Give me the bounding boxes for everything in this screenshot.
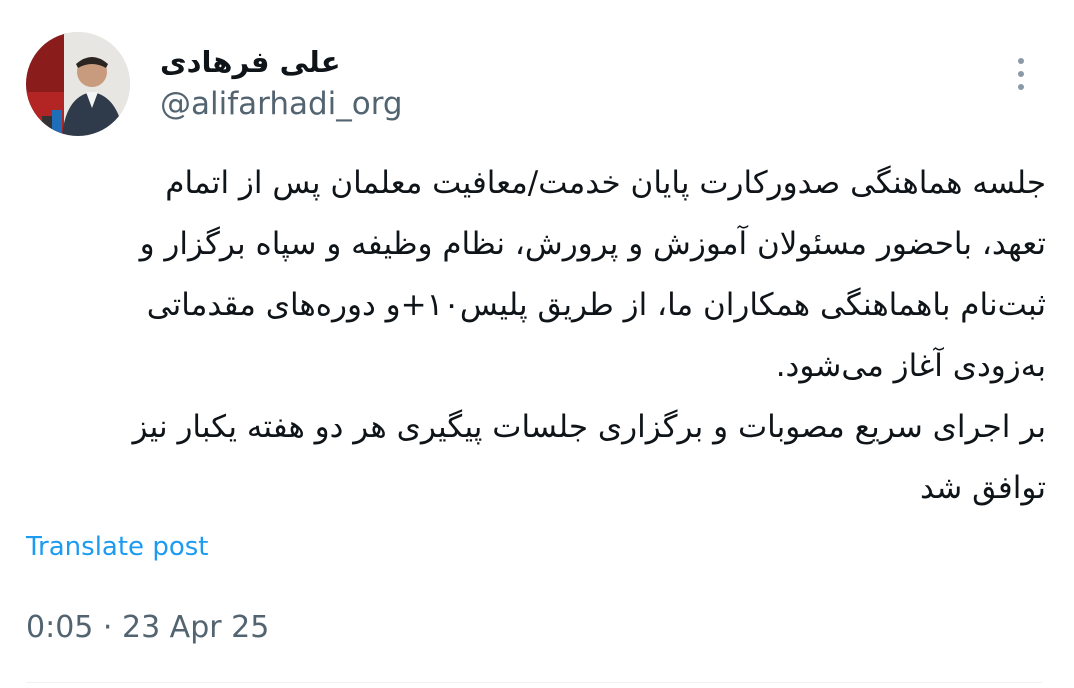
more-options-button[interactable]: [1000, 52, 1042, 96]
author-handle[interactable]: @alifarhadi_org: [160, 82, 403, 126]
tweet-text-line: تعهد، باحضور مسئولان آموزش و پرورش، نظام…: [139, 226, 1046, 262]
author-display-name[interactable]: علی فرهادی: [160, 42, 341, 82]
tweet-text-line: بر اجرای سریع مصوبات و برگزاری جلسات پیگ…: [132, 409, 1047, 445]
tweet-text-line: توافق شد: [919, 470, 1046, 506]
more-vertical-icon: [1018, 58, 1024, 64]
tweet-text-line: جلسه هماهنگی صدورکارت پایان خدمت/معافیت …: [165, 165, 1046, 201]
more-vertical-icon: [1018, 84, 1024, 90]
divider: [26, 682, 1042, 683]
translate-post-link[interactable]: Translate post: [26, 528, 208, 566]
tweet-text-line: به‌زودی آغاز می‌شود.: [775, 348, 1046, 384]
profile-photo-icon: [26, 32, 130, 136]
tweet-text-line: ثبت‌نام باهماهنگی همکاران ما، از طریق پل…: [146, 287, 1046, 323]
avatar[interactable]: [26, 32, 130, 136]
tweet-text: جلسه هماهنگی صدورکارت پایان خدمت/معافیت …: [26, 153, 1047, 519]
post-timestamp[interactable]: 0:05 · 23 Apr 25: [26, 606, 269, 650]
more-vertical-icon: [1018, 71, 1024, 77]
